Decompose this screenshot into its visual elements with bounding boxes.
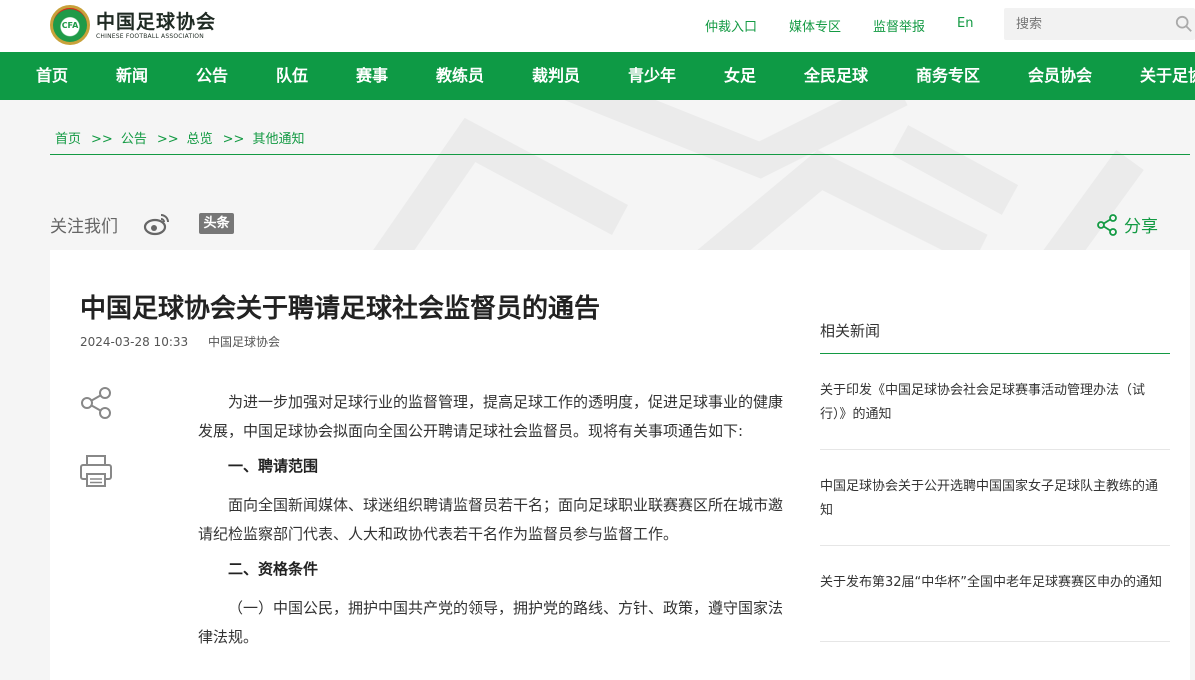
search-input[interactable] — [1004, 8, 1154, 40]
related-news-title: 相关新闻 — [820, 320, 1170, 354]
print-icon[interactable] — [78, 453, 114, 489]
media-link[interactable]: 媒体专区 — [789, 16, 841, 35]
nav-item-about[interactable]: 关于足协 — [1140, 52, 1195, 100]
breadcrumb: 首页 >> 公告 >> 总览 >> 其他通知 — [55, 128, 308, 147]
nav-item-business[interactable]: 商务专区 — [916, 52, 980, 100]
breadcrumb-separator: >> — [156, 132, 179, 147]
logo-name-en: CHINESE FOOTBALL ASSOCIATION — [96, 32, 204, 40]
breadcrumb-divider — [50, 154, 1190, 155]
nav-item-home[interactable]: 首页 — [36, 52, 68, 100]
article-date: 2024-03-28 10:33 — [80, 335, 189, 349]
nav-item-notices[interactable]: 公告 — [196, 52, 228, 100]
article-meta: 2024-03-28 10:33 中国足球协会 — [80, 333, 296, 350]
breadcrumb-notices[interactable]: 公告 — [121, 132, 147, 147]
article-paragraph: 面向全国新闻媒体、球迷组织聘请监督员若干名；面向足球职业联赛赛区所在城市邀请纪检… — [198, 496, 784, 543]
share-icon — [1097, 213, 1117, 236]
arbitration-link[interactable]: 仲裁入口 — [705, 16, 757, 35]
article-card: 中国足球协会关于聘请足球社会监督员的通告 2024-03-28 10:33 中国… — [50, 250, 1190, 680]
share-label: 分享 — [1124, 217, 1158, 237]
share-icon[interactable] — [78, 385, 114, 421]
page-banner: 首页 >> 公告 >> 总览 >> 其他通知 关注我们 头条 分享 — [0, 100, 1195, 255]
related-news-item[interactable]: 关于印发《中国足球协会社会足球赛事活动管理办法（试行）》的通知 — [820, 354, 1170, 450]
banner-pattern — [369, 100, 1144, 255]
site-logo[interactable]: CFA 中国足球协会 CHINESE FOOTBALL ASSOCIATION — [50, 5, 216, 45]
nav-item-women[interactable]: 女足 — [724, 52, 756, 100]
english-link[interactable]: En — [957, 16, 973, 35]
logo-badge-text: CFA — [61, 21, 79, 30]
main-nav: 首页 新闻 公告 队伍 赛事 教练员 裁判员 青少年 女足 全民足球 商务专区 … — [0, 52, 1195, 100]
nav-item-news[interactable]: 新闻 — [116, 52, 148, 100]
search-box — [1004, 8, 1195, 40]
article-paragraph: 为进一步加强对足球行业的监督管理，提高足球工作的透明度，促进足球事业的健康发展，… — [198, 393, 784, 440]
weibo-icon[interactable] — [143, 212, 171, 236]
nav-item-events[interactable]: 赛事 — [356, 52, 388, 100]
related-news: 相关新闻 关于印发《中国足球协会社会足球赛事活动管理办法（试行）》的通知 中国足… — [820, 320, 1170, 642]
breadcrumb-separator: >> — [91, 132, 113, 147]
report-link[interactable]: 监督举报 — [873, 16, 925, 35]
article-source: 中国足球协会 — [207, 335, 280, 349]
article-body: 为进一步加强对足球行业的监督管理，提高足球工作的透明度，促进足球事业的健康发展，… — [198, 388, 792, 658]
breadcrumb-separator: >> — [222, 132, 245, 147]
nav-item-youth[interactable]: 青少年 — [628, 52, 676, 100]
nav-item-grassroots[interactable]: 全民足球 — [804, 52, 868, 100]
top-header: CFA 中国足球协会 CHINESE FOOTBALL ASSOCIATION … — [0, 0, 1195, 52]
follow-us-label: 关注我们 — [50, 217, 118, 237]
share-button[interactable]: 分享 — [1096, 212, 1158, 237]
related-news-item[interactable]: 中国足球协会关于公开选聘中国国家女子足球队主教练的通知 — [820, 450, 1170, 546]
article-title: 中国足球协会关于聘请足球社会监督员的通告 — [80, 294, 601, 324]
breadcrumb-other[interactable]: 其他通知 — [252, 132, 304, 147]
logo-text: 中国足球协会 CHINESE FOOTBALL ASSOCIATION — [96, 11, 216, 40]
logo-name-cn: 中国足球协会 — [96, 10, 217, 33]
cfa-emblem-icon: CFA — [50, 5, 90, 45]
search-icon[interactable] — [1175, 15, 1193, 33]
nav-item-members[interactable]: 会员协会 — [1028, 52, 1092, 100]
top-links: 仲裁入口 媒体专区 监督举报 En — [705, 16, 1006, 35]
article-paragraph: （一）中国公民，拥护中国共产党的领导，拥护党的路线、方针、政策，遵守国家法律法规… — [198, 599, 784, 646]
article-section-heading: 一、聘请范围 — [228, 457, 319, 475]
nav-item-teams[interactable]: 队伍 — [276, 52, 308, 100]
related-news-item[interactable]: 关于发布第32届“中华杯”全国中老年足球赛赛区申办的通知 — [820, 546, 1170, 642]
nav-item-referees[interactable]: 裁判员 — [532, 52, 580, 100]
breadcrumb-home[interactable]: 首页 — [55, 132, 81, 147]
article-section-heading: 二、资格条件 — [228, 560, 319, 578]
nav-item-coaches[interactable]: 教练员 — [436, 52, 484, 100]
toutiao-icon[interactable]: 头条 — [199, 213, 234, 234]
breadcrumb-overview[interactable]: 总览 — [187, 132, 213, 147]
